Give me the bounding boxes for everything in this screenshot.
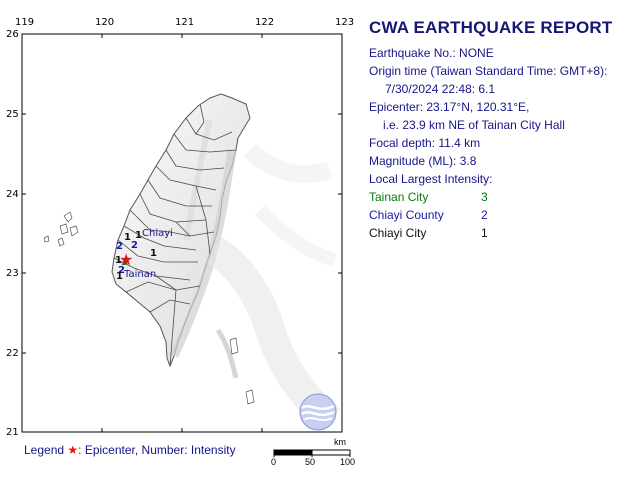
report-title: CWA EARTHQUAKE REPORT — [369, 18, 613, 37]
map-svg: 1 1 2 2 1 1 3 2 1 Chiayi Tainan ★ — [21, 33, 343, 433]
lon-tick-123: 123 — [335, 17, 355, 28]
legend-prefix: Legend — [24, 443, 65, 457]
focal-depth: Focal depth: 11.4 km — [369, 136, 481, 150]
intensity-heading: Local Largest Intensity: — [369, 172, 493, 186]
legend: Legend ★: Epicenter, Number: Intensity — [24, 443, 236, 457]
intensity-place: Chiayi City — [369, 226, 427, 240]
intensity-value: 3 — [481, 190, 488, 204]
lat-tick-22: 22 — [6, 348, 19, 359]
lat-tick-21: 21 — [6, 427, 19, 438]
lat-tick-25: 25 — [6, 109, 19, 120]
intensity-marker: 1 — [116, 271, 123, 282]
cwa-logo-icon — [299, 393, 337, 431]
epicenter-relative: i.e. 23.9 km NE of Tainan City Hall — [383, 118, 565, 132]
lat-tick-24: 24 — [6, 189, 19, 200]
legend-text: : Epicenter, Number: Intensity — [78, 443, 236, 457]
scale-label-50: 50 — [305, 457, 316, 467]
origin-time-value: 7/30/2024 22:48: 6.1 — [385, 82, 496, 96]
intensity-value: 1 — [481, 226, 488, 240]
intensity-marker: 1 — [150, 248, 157, 259]
lon-tick-121: 121 — [175, 17, 195, 28]
scale-label-100: 100 — [340, 457, 356, 467]
intensity-place: Chiayi County — [369, 208, 444, 222]
intensity-place: Tainan City — [369, 190, 429, 204]
intensity-marker: 1 — [124, 232, 131, 243]
scale-label-0: 0 — [271, 457, 277, 467]
chiayi-map-label: Chiayi — [142, 228, 173, 239]
tainan-map-label: Tainan — [123, 269, 156, 280]
lon-tick-120: 120 — [95, 17, 115, 28]
legend-star-icon: ★ — [67, 443, 79, 457]
scale-unit: km — [334, 437, 346, 447]
map-panel: 1 1 2 2 1 1 3 2 1 Chiayi Tainan ★ 119 12… — [0, 0, 360, 480]
intensity-value: 2 — [481, 208, 488, 222]
earthquake-number: Earthquake No.: NONE — [369, 46, 494, 60]
lat-tick-23: 23 — [6, 268, 19, 279]
lat-tick-26: 26 — [6, 29, 19, 40]
lon-tick-119: 119 — [15, 17, 35, 28]
origin-time-label: Origin time (Taiwan Standard Time: GMT+8… — [369, 64, 608, 78]
scale-bar: km 0 50 100 — [268, 437, 358, 471]
lon-tick-122: 122 — [255, 17, 275, 28]
report-panel: CWA EARTHQUAKE REPORT Earthquake No.: NO… — [369, 18, 637, 170]
epicenter-coords: Epicenter: 23.17°N, 120.31°E, — [369, 100, 530, 114]
magnitude: Magnitude (ML): 3.8 — [369, 154, 477, 168]
epicenter-star-icon: ★ — [119, 250, 133, 269]
